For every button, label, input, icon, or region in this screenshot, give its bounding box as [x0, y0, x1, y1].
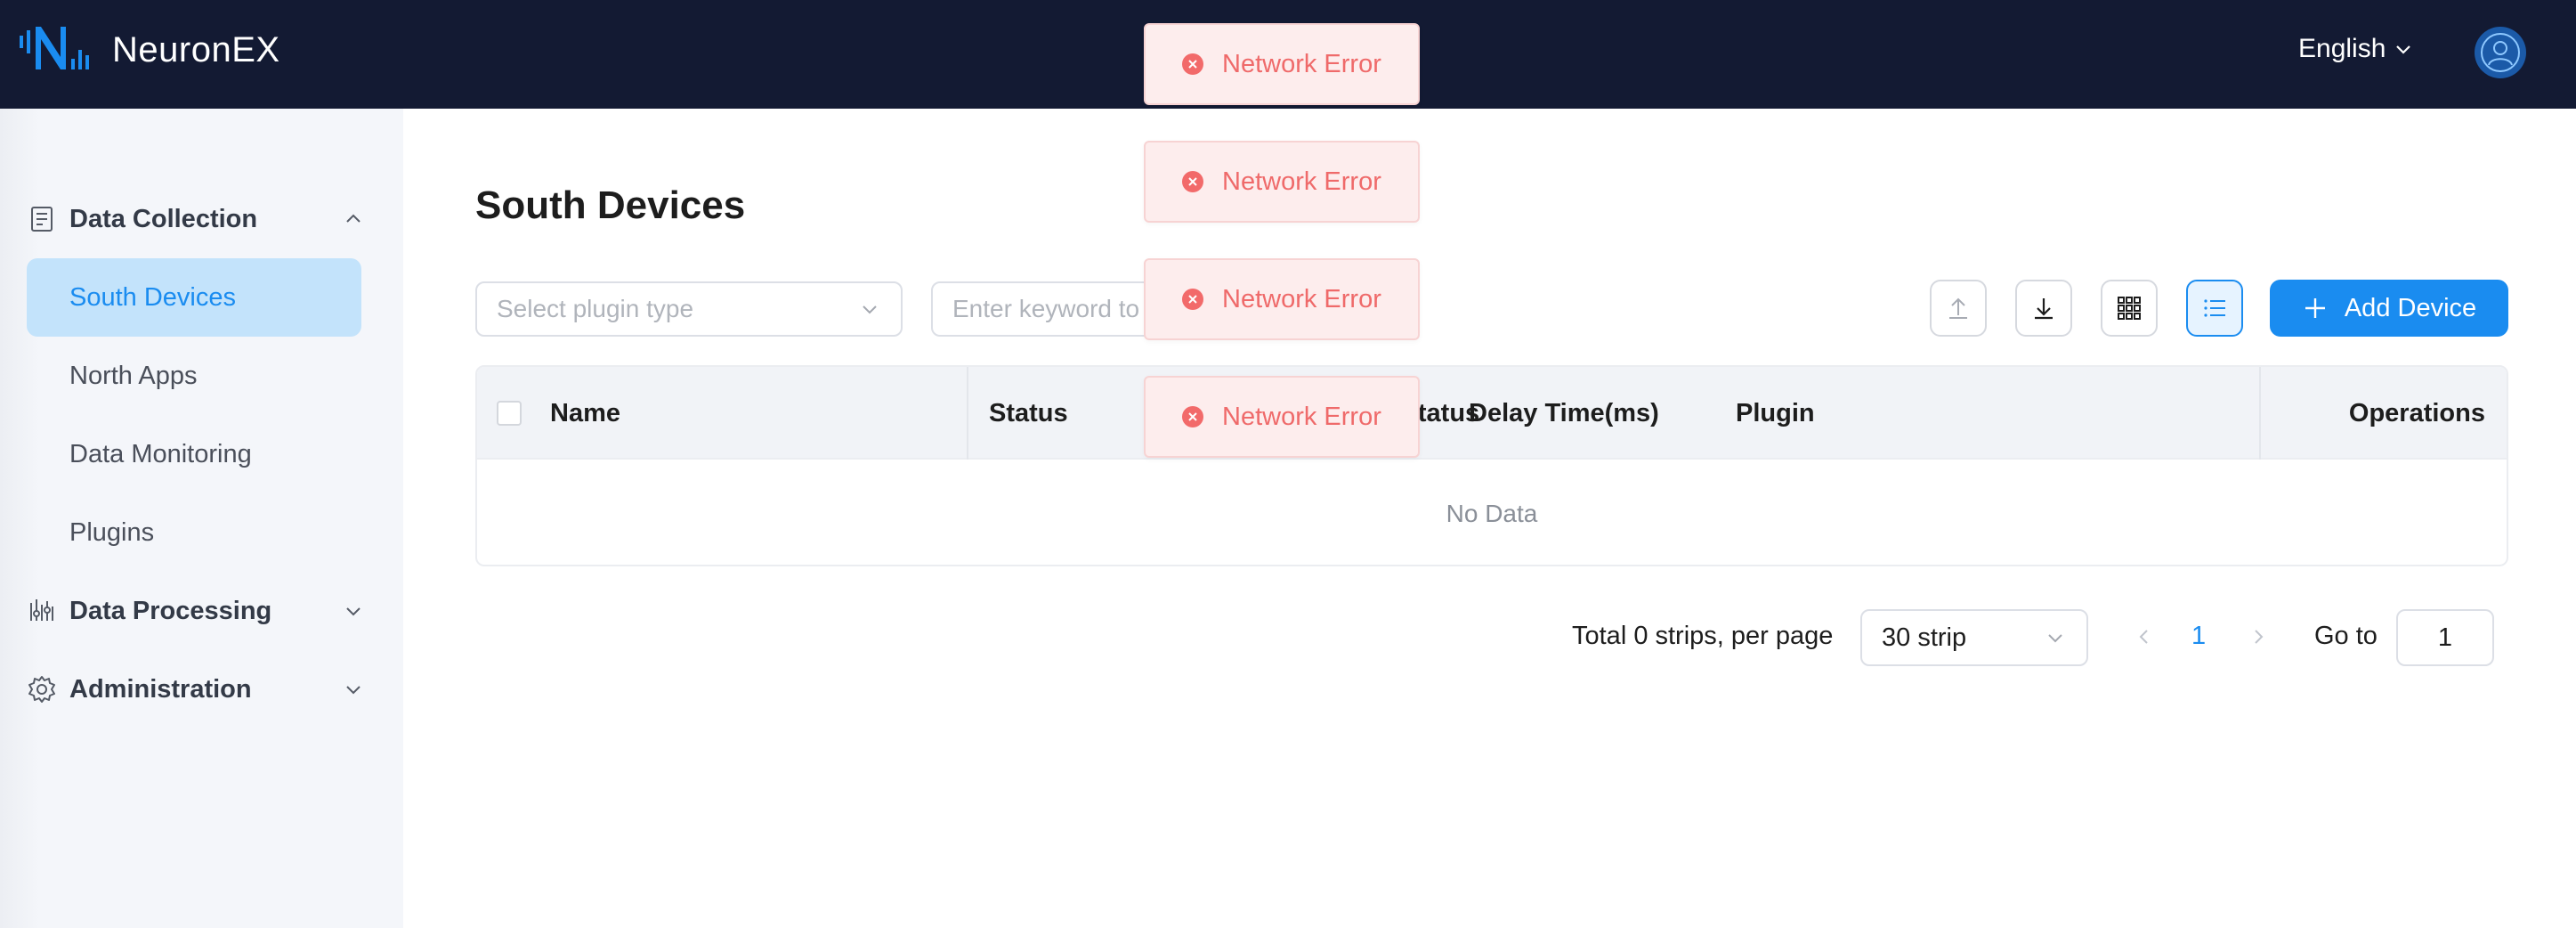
toast-message: Network Error — [1222, 402, 1381, 431]
import-button[interactable] — [1930, 280, 1987, 337]
add-device-label: Add Device — [2344, 293, 2477, 322]
table-header: Name Status Connection Status Delay Time… — [477, 367, 2507, 460]
neuronex-logo-icon — [20, 27, 89, 69]
page-size-select[interactable]: 30 strip — [1860, 609, 2088, 666]
page-title: South Devices — [475, 183, 746, 227]
error-toast: Network Error — [1144, 258, 1420, 340]
column-header-operations: Operations — [2348, 398, 2485, 427]
grid-icon — [2118, 297, 2141, 320]
next-page-icon[interactable] — [2245, 623, 2272, 650]
user-icon — [2481, 33, 2520, 72]
data-collection-icon — [31, 207, 53, 232]
language-label: English — [2298, 34, 2386, 63]
card-view-button[interactable] — [2101, 280, 2158, 337]
goto-label: Go to — [2314, 622, 2378, 650]
error-toast: Network Error — [1144, 23, 1420, 105]
column-divider — [967, 367, 968, 460]
chevron-down-icon — [346, 686, 360, 695]
prev-page-icon[interactable] — [2131, 623, 2158, 650]
chevron-up-icon — [346, 214, 360, 223]
error-circle-icon — [1182, 53, 1203, 75]
user-avatar[interactable] — [2475, 27, 2526, 78]
list-view-button[interactable] — [2186, 280, 2243, 337]
sidebar-group-label: Administration — [69, 674, 252, 704]
column-header-name[interactable]: Name — [550, 367, 620, 460]
error-circle-icon — [1182, 406, 1203, 427]
column-header-plugin[interactable]: Plugin — [1736, 367, 1815, 460]
sidebar-item-south-devices[interactable]: South Devices — [27, 258, 361, 337]
error-circle-icon — [1182, 289, 1203, 310]
error-circle-icon — [1182, 171, 1203, 192]
page-number-current[interactable]: 1 — [2191, 622, 2206, 651]
chevron-down-icon — [2048, 634, 2062, 643]
sidebar-group-label: Data Collection — [69, 204, 258, 233]
toast-message: Network Error — [1222, 284, 1381, 313]
data-processing-icon — [30, 599, 53, 621]
column-header-delay-time[interactable]: Delay Time(ms) — [1469, 367, 1659, 460]
toast-message: Network Error — [1222, 49, 1381, 78]
language-selector[interactable]: English — [2298, 34, 2414, 64]
plugin-type-select[interactable]: Select plugin type — [475, 281, 903, 337]
brand-name: NeuronEX — [112, 30, 280, 69]
sidebar-group-label: Data Processing — [69, 596, 272, 625]
sidebar-item-north-apps[interactable]: North Apps — [27, 337, 361, 415]
sidebar-group-data-processing[interactable]: Data Processing — [27, 579, 365, 643]
sidebar-group-administration[interactable]: Administration — [27, 657, 365, 721]
error-toast: Network Error — [1144, 141, 1420, 223]
select-all-checkbox[interactable] — [497, 401, 522, 426]
devices-table: Name Status Connection Status Delay Time… — [475, 365, 2508, 566]
plugin-type-placeholder: Select plugin type — [497, 295, 694, 322]
upload-icon — [1949, 297, 1967, 319]
goto-page-input[interactable] — [2396, 609, 2494, 666]
add-device-button[interactable]: Add Device — [2270, 280, 2508, 337]
column-header-status[interactable]: Status — [989, 367, 1068, 460]
chevron-down-icon — [2396, 45, 2411, 54]
chevron-down-icon — [863, 305, 877, 314]
pagination-total: Total 0 strips, per page — [1572, 622, 1834, 650]
sidebar-group-data-collection[interactable]: Data Collection — [27, 187, 365, 251]
column-divider — [2259, 367, 2261, 460]
page-size-value: 30 strip — [1882, 623, 1967, 652]
list-icon — [2204, 299, 2225, 317]
plus-icon — [2305, 298, 2325, 318]
chevron-down-icon — [346, 607, 360, 616]
download-icon — [2035, 298, 2053, 320]
sidebar-item-plugins[interactable]: Plugins — [27, 493, 361, 572]
error-toast: Network Error — [1144, 376, 1420, 458]
sidebar-item-data-monitoring[interactable]: Data Monitoring — [27, 415, 361, 493]
toast-message: Network Error — [1222, 167, 1381, 196]
export-button[interactable] — [2015, 280, 2072, 337]
gear-icon — [28, 676, 55, 703]
empty-state-text: No Data — [1446, 500, 1538, 527]
